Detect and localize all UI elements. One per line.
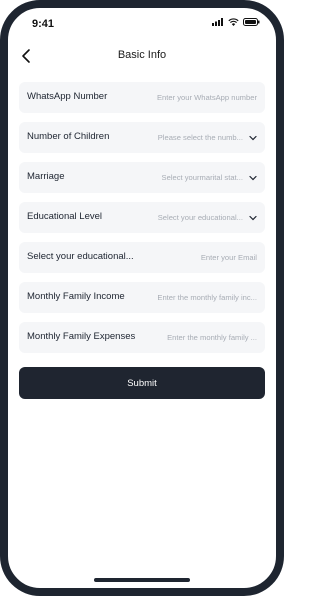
battery-icon	[243, 18, 260, 26]
field-label: WhatsApp Number	[27, 91, 108, 102]
signal-icon	[212, 18, 223, 26]
field-placeholder: Please select the numb...	[157, 133, 243, 142]
page-title: Basic Info	[117, 49, 167, 61]
chevron-down-icon	[249, 135, 257, 141]
whatsapp-number-field[interactable]: WhatsApp Number Enter your WhatsApp numb…	[19, 82, 265, 113]
chevron-down-icon	[249, 175, 257, 181]
phone-frame: 9:41 Basic Info WhatsApp Number Enter yo…	[0, 0, 284, 596]
field-label: Number of Children	[27, 131, 110, 142]
status-time: 9:41	[32, 18, 55, 30]
chevron-down-icon	[249, 215, 257, 221]
field-placeholder: Enter your Email	[200, 253, 257, 262]
submit-button[interactable]: Submit	[19, 367, 265, 399]
field-label: Monthly Family Income	[27, 291, 125, 302]
field-label: Monthly Family Expenses	[27, 331, 136, 342]
field-label: Marriage	[27, 171, 65, 182]
educational-level-select[interactable]: Educational Level Select your educationa…	[19, 202, 265, 233]
status-icons	[212, 18, 260, 26]
field-placeholder: Enter the monthly family ...	[167, 333, 257, 342]
wifi-icon	[228, 18, 239, 26]
field-placeholder: Select yourmarital stat...	[161, 173, 243, 182]
field-placeholder: Select your educational...	[157, 213, 243, 222]
field-label: Educational Level	[27, 211, 102, 222]
field-placeholder: Enter your WhatsApp number	[156, 93, 257, 102]
monthly-family-expenses-field[interactable]: Monthly Family Expenses Enter the monthl…	[19, 322, 265, 353]
email-field[interactable]: Select your educational... Enter your Em…	[19, 242, 265, 273]
basic-info-form: WhatsApp Number Enter your WhatsApp numb…	[19, 82, 265, 362]
number-of-children-select[interactable]: Number of Children Please select the num…	[19, 122, 265, 153]
marriage-select[interactable]: Marriage Select yourmarital stat...	[19, 162, 265, 193]
home-indicator	[94, 578, 190, 582]
field-label: Select your educational...	[27, 251, 134, 262]
monthly-family-income-field[interactable]: Monthly Family Income Enter the monthly …	[19, 282, 265, 313]
field-placeholder: Enter the monthly family inc...	[157, 293, 257, 302]
status-bar: 9:41	[8, 8, 276, 38]
nav-bar: Basic Info	[8, 44, 276, 68]
